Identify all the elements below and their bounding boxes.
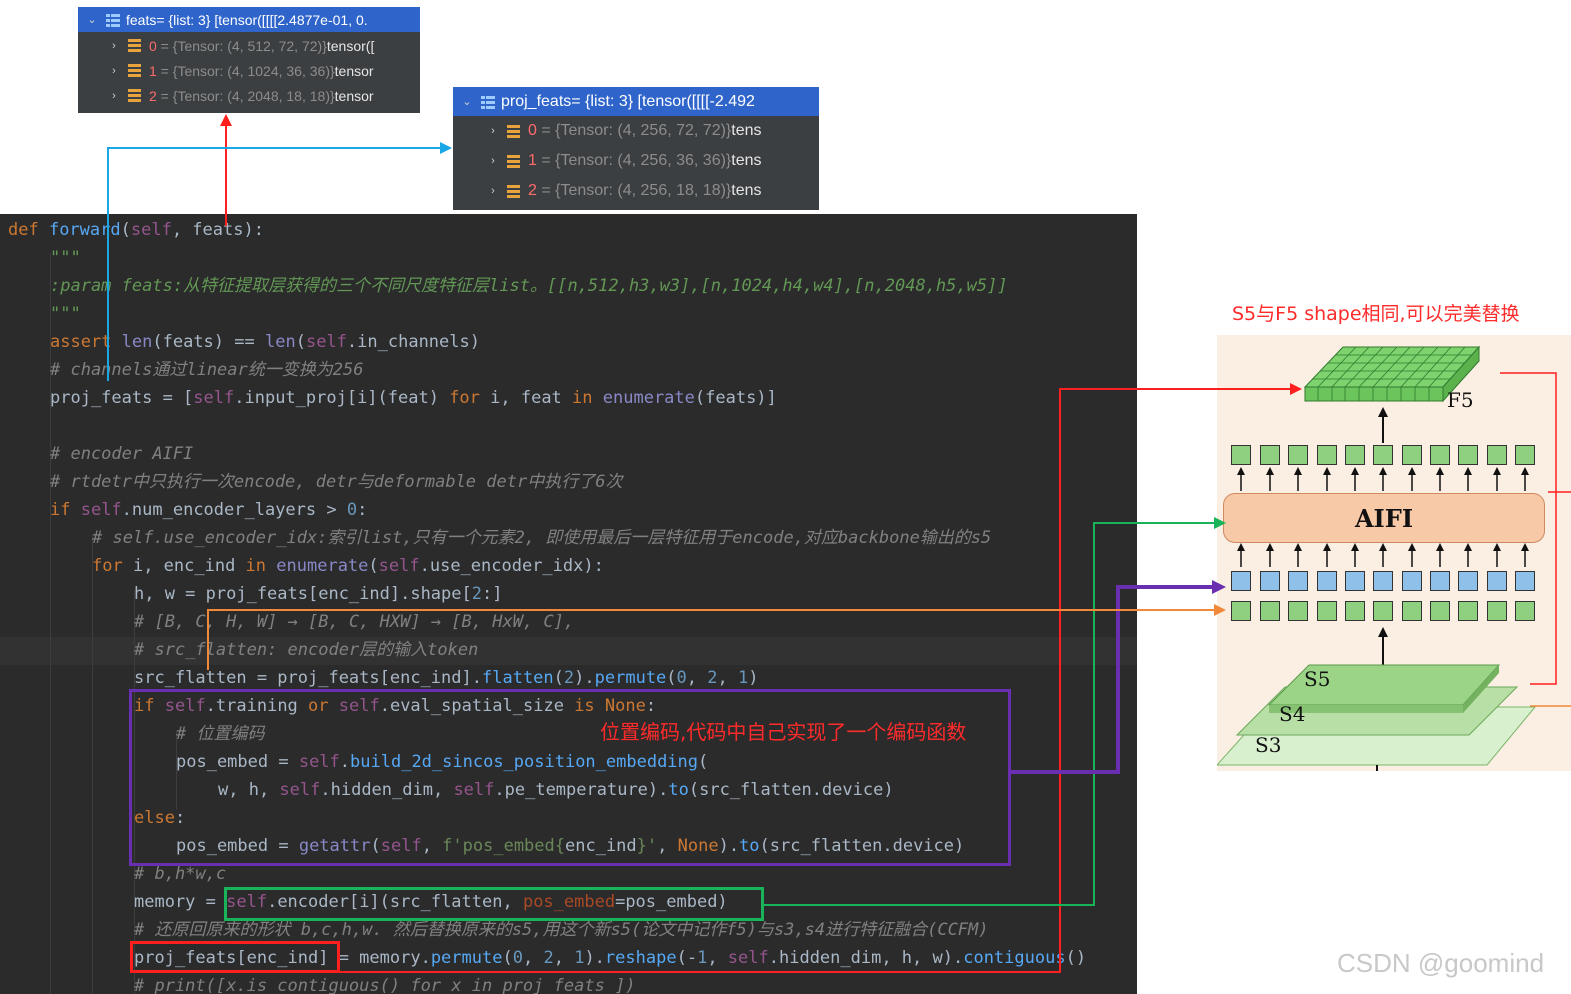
code-line[interactable]: """ [50,301,81,327]
f5-label: F5 [1447,388,1474,412]
code-line[interactable]: """ [50,245,81,271]
feats-variable-name: feats [126,11,157,28]
feats-item-2[interactable]: › 2 = {Tensor: (4, 2048, 18, 18)} tensor [78,83,420,108]
code-line[interactable]: assert len(feats) == len(self.in_channel… [50,329,480,355]
aifi-diagram: AIFI F5 S5 S4 S3 [1217,335,1571,771]
chevron-right-icon[interactable]: › [108,40,120,52]
item-value: tens [731,152,762,169]
item-value: tens [731,182,762,199]
proj-feats-item-2[interactable]: › 2 = {Tensor: (4, 256, 18, 18)} tens [453,176,819,206]
field-icon [507,154,520,168]
code-line[interactable]: # [B, C, H, W] → [B, C, HXW] → [B, HxW, … [134,609,574,635]
chevron-right-icon[interactable]: › [487,155,499,167]
watermark: CSDN @goomind [1337,948,1545,978]
feats-variable-row[interactable]: ⌄ feats = {list: 3} [tensor([[[[2.4877e-… [78,7,420,32]
item-type: {Tensor: (4, 1024, 36, 36)} [172,62,335,79]
proj-feats-item-1[interactable]: › 1 = {Tensor: (4, 256, 36, 36)} tens [453,146,819,176]
code-line[interactable]: # self.use_encoder_idx:索引list,只有一个元素2, 即… [92,525,991,551]
chevron-right-icon[interactable]: › [487,125,499,137]
item-index: 0 [528,122,537,139]
code-line[interactable]: def forward(self, feats): [8,217,264,243]
aifi-block: AIFI [1223,493,1545,543]
proj-feats-variable-summary: = {list: 3} [tensor([[[[-2.492 [571,92,755,110]
proj-feats-variable-panel: ⌄ proj_feats = {list: 3} [tensor([[[[-2.… [453,87,819,210]
s4-label: S4 [1279,702,1306,726]
code-line[interactable]: src_flatten = proj_feats[enc_ind].flatte… [134,665,759,691]
proj-feats-item-0[interactable]: › 0 = {Tensor: (4, 256, 72, 72)} tens [453,116,819,146]
shape-replace-note: S5与F5 shape相同,可以完美替换 [1232,303,1520,325]
code-editor[interactable]: def forward(self, feats): """ :param fea… [0,214,1137,994]
item-type: {Tensor: (4, 256, 72, 72)} [555,122,732,139]
item-type: {Tensor: (4, 512, 72, 72)} [172,37,327,54]
feats-item-1[interactable]: › 1 = {Tensor: (4, 1024, 36, 36)} tensor [78,58,420,83]
field-icon [507,184,520,198]
feats-item-0[interactable]: › 0 = {Tensor: (4, 512, 72, 72)} tensor(… [78,33,420,58]
item-value: tens [731,122,762,139]
chevron-right-icon[interactable]: › [108,90,120,102]
list-icon [481,95,495,109]
item-index: 2 [149,87,157,104]
field-icon [507,124,520,138]
aifi-diagram-graphics [1217,345,1537,771]
item-value: tensor [334,62,374,79]
position-embedding-note: 位置编码,代码中自己实现了一个编码函数 [600,720,967,744]
code-line[interactable]: # channels通过linear统一变换为256 [50,357,363,383]
code-line[interactable]: # print([x.is_contiguous() for x in proj… [134,973,636,994]
code-line[interactable]: # rtdetr中只执行一次encode, detr与deformable de… [50,469,622,495]
code-line[interactable]: :param feats:从特征提取层获得的三个不同尺度特征层list。[[n,… [50,273,1008,299]
feats-variable-summary: = {list: 3} [tensor([[[[2.4877e-01, 0. [156,11,368,28]
code-line[interactable]: h, w = proj_feats[enc_ind].shape[2:] [134,581,503,607]
item-index: 1 [149,62,157,79]
item-type: {Tensor: (4, 256, 18, 18)} [555,182,732,199]
chevron-down-icon[interactable]: ⌄ [86,13,98,26]
chevron-right-icon[interactable]: › [108,65,120,77]
item-index: 1 [528,152,537,169]
code-line[interactable]: # encoder AIFI [50,441,193,467]
chevron-down-icon[interactable]: ⌄ [461,95,473,108]
field-icon [128,39,141,52]
item-type: {Tensor: (4, 256, 36, 36)} [555,152,732,169]
list-icon [106,13,120,27]
item-index: 0 [149,37,157,54]
feats-variable-panel: ⌄ feats = {list: 3} [tensor([[[[2.4877e-… [78,7,420,113]
code-line[interactable]: # src_flatten: encoder层的输入token [134,637,478,663]
field-icon [128,89,141,102]
proj-feats-variable-row[interactable]: ⌄ proj_feats = {list: 3} [tensor([[[[-2.… [453,87,819,116]
s3-label: S3 [1255,733,1282,757]
proj-feats-variable-name: proj_feats [501,92,572,110]
item-value: tensor([ [326,37,375,54]
s5-label: S5 [1304,667,1331,691]
encoder-call-box [224,887,764,921]
code-line[interactable]: for i, enc_ind in enumerate(self.use_enc… [92,553,604,579]
code-line[interactable]: proj_feats = [self.input_proj[i](feat) f… [50,385,777,411]
item-type: {Tensor: (4, 2048, 18, 18)} [172,87,335,104]
code-line[interactable]: if self.num_encoder_layers > 0: [50,497,367,523]
item-index: 2 [528,182,537,199]
chevron-right-icon[interactable]: › [487,185,499,197]
field-icon [128,64,141,77]
item-value: tensor [334,87,374,104]
proj-feats-assign-box [130,941,340,973]
